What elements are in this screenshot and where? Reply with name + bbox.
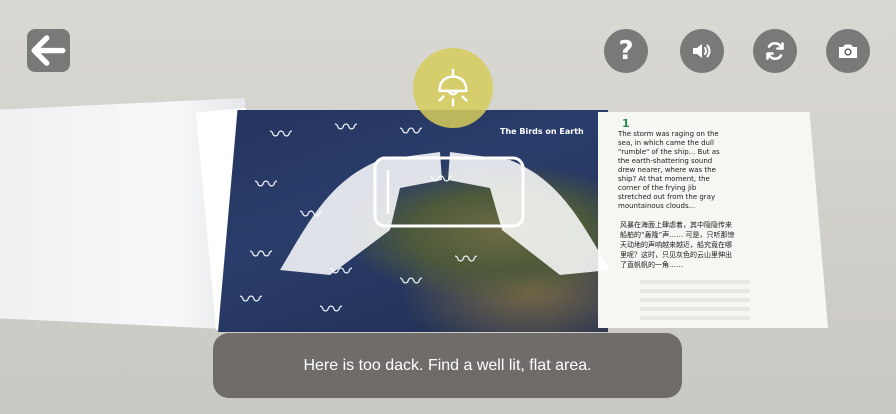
arrow-left-icon [31,35,66,66]
camera-icon [839,44,857,58]
toast-message: Here is too dack. Find a well lit, flat … [303,356,592,374]
back-button[interactable] [27,29,70,72]
wave-icon: 〰 [335,116,358,141]
story-text-chinese: 风暴在海面上肆虐着，其中隐隐传来船舶的“轰隆”声…… 可是，只听那惊天动地的声响… [620,221,735,269]
refresh-button[interactable] [753,29,797,73]
sound-button[interactable] [680,29,724,73]
wave-icon: 〰 [240,288,263,313]
refresh-icon [766,42,784,60]
map-title: The Birds on Earth [500,127,584,136]
wave-icon: 〰 [320,298,343,323]
page-number: 1 [622,117,630,130]
blurred-text [640,280,750,320]
lamp-icon [438,68,468,107]
wave-icon: 〰 [250,243,273,268]
lighting-indicator [413,48,493,128]
hands-holding-phone-icon [280,152,610,275]
lighting-warning-toast: Here is too dack. Find a well lit, flat … [213,333,682,398]
help-button[interactable]: ? [604,29,648,73]
story-text-english: The storm was raging on the sea, in whic… [618,130,720,210]
speaker-icon [693,44,711,58]
question-icon: ? [618,36,634,66]
camera-button[interactable] [826,29,870,73]
